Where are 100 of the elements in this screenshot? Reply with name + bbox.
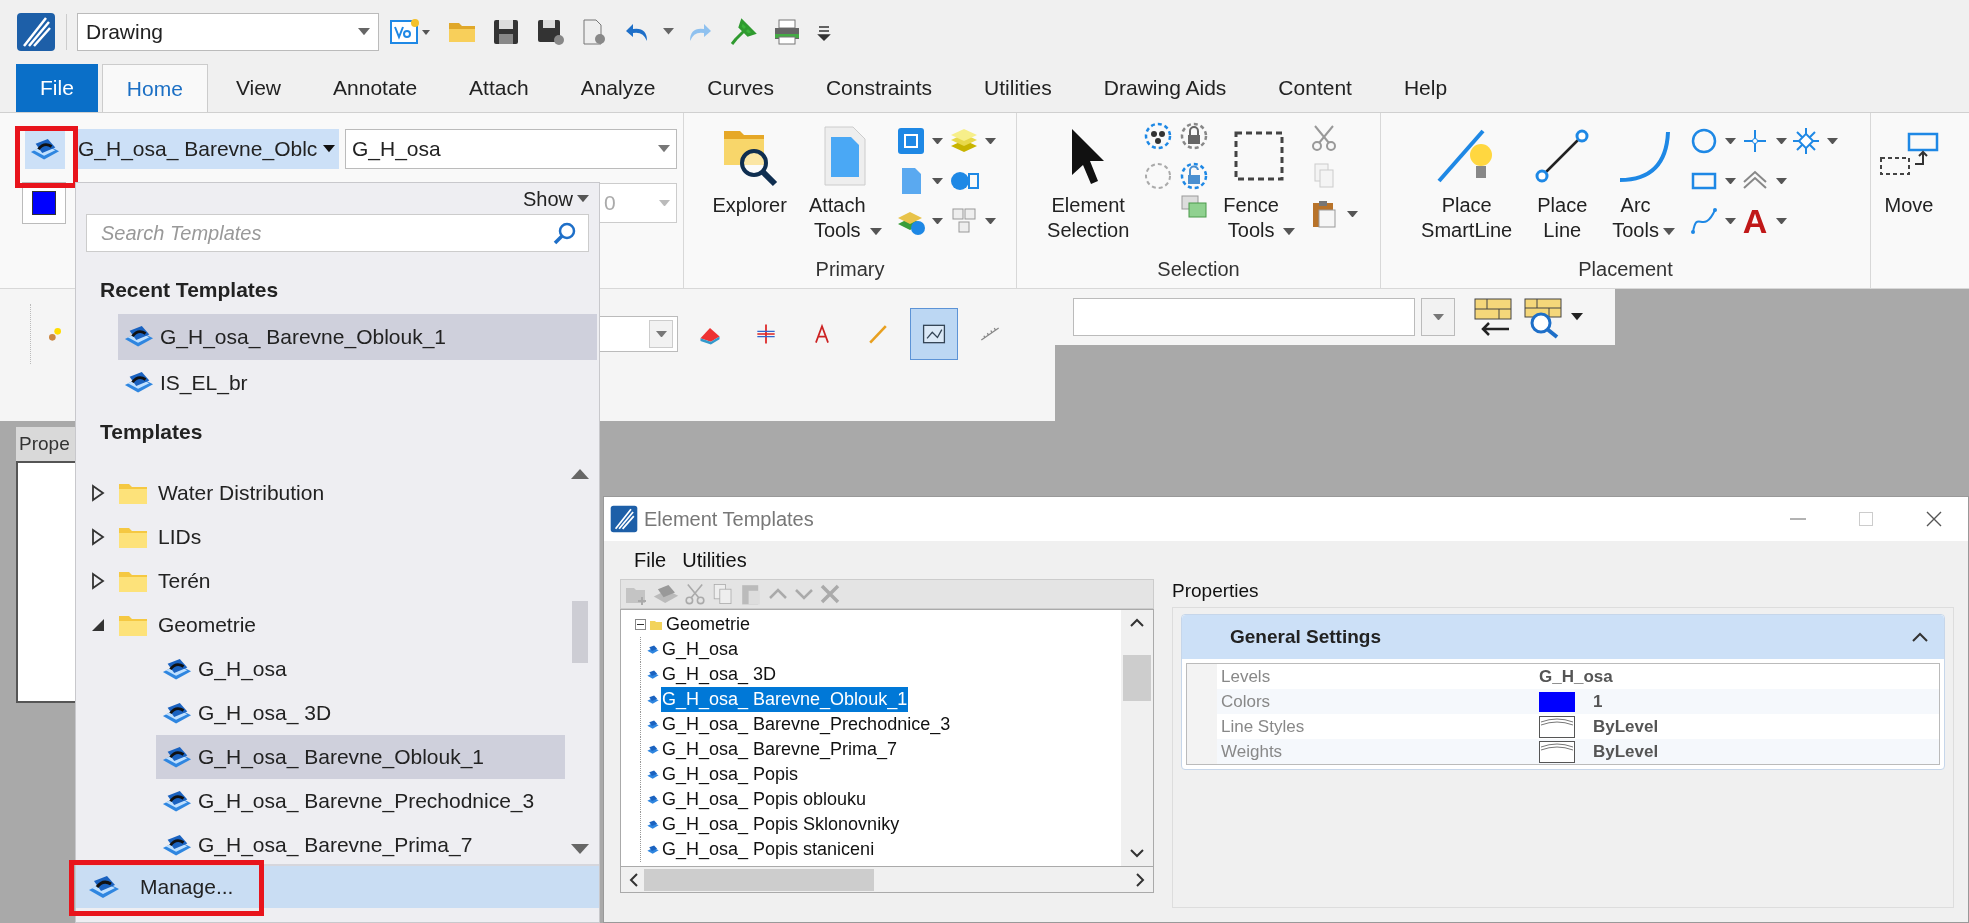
template-item[interactable]: G_H_osa bbox=[156, 647, 565, 691]
template-item[interactable]: G_H_osa_ Barevne_Oblouk_1 bbox=[118, 313, 597, 360]
ribbon-tab[interactable]: Utilities bbox=[960, 64, 1076, 112]
minimize-icon bbox=[1790, 518, 1806, 520]
tree-item[interactable]: LIDs bbox=[76, 515, 569, 559]
caret-icon bbox=[658, 145, 670, 153]
place-line-button[interactable]: Place Line bbox=[1526, 113, 1599, 249]
scroll-left-icon[interactable] bbox=[629, 872, 638, 887]
tree-item[interactable]: Geometrie bbox=[76, 603, 569, 647]
template-item[interactable]: G_H_osa_ 3D bbox=[156, 691, 565, 735]
line-icon bbox=[1534, 128, 1591, 184]
section-header[interactable]: General Settings bbox=[1182, 615, 1944, 659]
ribbon-tab[interactable]: Drawing Aids bbox=[1079, 64, 1251, 112]
template-item[interactable]: G_H_osa_ Barevne_Prechodnice_3 bbox=[156, 779, 565, 823]
template-icon bbox=[647, 645, 659, 654]
tree-item[interactable]: Geometrie bbox=[635, 612, 1121, 637]
property-value: ByLevel bbox=[1593, 715, 1659, 738]
ribbon-tab[interactable]: Analyze bbox=[556, 64, 680, 112]
property-label: Colors bbox=[1220, 690, 1272, 713]
ribbon-tab[interactable]: Attach bbox=[445, 64, 553, 112]
toolbar-button[interactable] bbox=[910, 308, 958, 360]
section-label: Properties bbox=[1172, 579, 1260, 603]
ribbon-tab[interactable]: View bbox=[211, 64, 305, 112]
scroll-up-icon[interactable] bbox=[571, 469, 589, 479]
move-button[interactable]: Move bbox=[1871, 113, 1947, 249]
scrollbar-thumb[interactable] bbox=[644, 868, 874, 891]
attach-tools-button[interactable]: Attach Tools bbox=[800, 113, 890, 249]
tree-item[interactable]: Terén bbox=[76, 559, 569, 603]
template-item[interactable]: IS_EL_br bbox=[118, 359, 597, 406]
show-button[interactable]: Show bbox=[522, 183, 599, 214]
scrollbar-thumb[interactable] bbox=[572, 600, 588, 663]
copy-icon bbox=[711, 582, 735, 606]
ribbon-tab[interactable]: Home bbox=[101, 64, 208, 112]
template-icon bbox=[124, 371, 154, 394]
scroll-right-icon[interactable] bbox=[1136, 872, 1145, 887]
ribbon-tab[interactable]: Curves bbox=[683, 64, 798, 112]
ribbon-tab[interactable]: Constraints bbox=[801, 64, 957, 112]
input-field[interactable] bbox=[1073, 298, 1415, 336]
close-icon bbox=[1926, 511, 1942, 527]
place-smartline-button[interactable]: Place SmartLine bbox=[1413, 113, 1521, 249]
menu-item[interactable]: Utilities bbox=[682, 545, 747, 575]
property-label: Weights bbox=[1220, 740, 1284, 763]
ribbon-tab[interactable]: Content bbox=[1254, 64, 1376, 112]
workflow-dropdown[interactable]: Drawing bbox=[77, 12, 379, 51]
ribbon-tab[interactable]: Help bbox=[1379, 64, 1472, 112]
fence-tools-button[interactable]: Fence Tools bbox=[1215, 113, 1303, 249]
scrollbar-thumb[interactable] bbox=[1123, 655, 1151, 701]
arc-tools-button[interactable]: Arc Tools bbox=[1604, 113, 1683, 249]
template-button[interactable] bbox=[25, 129, 65, 169]
unlock-icon bbox=[1179, 161, 1210, 191]
dashed-square-icon bbox=[1233, 130, 1286, 182]
tree-item[interactable]: Water Distribution bbox=[76, 471, 569, 515]
scroll-down-icon[interactable] bbox=[1130, 849, 1144, 858]
template-icon bbox=[162, 789, 192, 813]
template-item[interactable]: G_H_osa_ Barevne_Oblouk_1 bbox=[156, 735, 565, 779]
panel-title: Prope bbox=[18, 431, 70, 456]
scroll-up-icon[interactable] bbox=[1130, 618, 1144, 627]
folder-icon bbox=[118, 481, 148, 505]
color-picker[interactable] bbox=[22, 182, 66, 224]
search-field[interactable]: Search Templates bbox=[86, 214, 589, 252]
delete-icon bbox=[819, 583, 841, 605]
text-tool-button[interactable]: A bbox=[1739, 201, 1787, 241]
property-value: G_H_osa bbox=[1539, 665, 1613, 688]
tree-item[interactable]: G_H_osa_ Barevne_Prechodnice_3 bbox=[661, 712, 952, 737]
caret-icon bbox=[931, 177, 943, 185]
caret-icon bbox=[931, 137, 943, 145]
tree-item[interactable]: G_H_osa_ Popis oblouku bbox=[661, 787, 868, 812]
ribbon-tab[interactable]: Annotate bbox=[309, 64, 442, 112]
folder-icon bbox=[118, 569, 148, 593]
scroll-down-icon[interactable] bbox=[571, 844, 589, 854]
tree-item[interactable]: G_H_osa_ Barevne_Oblouk_1 bbox=[661, 687, 909, 712]
dropdown-button[interactable] bbox=[649, 320, 673, 348]
caret-icon bbox=[1775, 137, 1787, 145]
tree-item[interactable]: G_H_osa_ 3D bbox=[661, 662, 778, 687]
property-value: 1 bbox=[1593, 690, 1603, 713]
section-heading: Templates bbox=[100, 418, 204, 445]
property-value: ByLevel bbox=[1593, 740, 1659, 763]
group-label: Placement bbox=[1578, 257, 1673, 282]
tree-item[interactable]: G_H_osa_ Popis staniceni bbox=[661, 837, 876, 862]
caret-icon bbox=[1346, 210, 1358, 218]
tree-item[interactable]: G_H_osa bbox=[661, 637, 740, 662]
tree-item[interactable]: G_H_osa_ Popis bbox=[661, 762, 800, 787]
caret-icon bbox=[1724, 137, 1736, 145]
menu-item[interactable]: File bbox=[634, 545, 667, 575]
explorer-button[interactable]: Explorer bbox=[704, 113, 795, 249]
element-selection-button[interactable]: Element Selection bbox=[1039, 113, 1138, 249]
folder-icon bbox=[118, 525, 148, 549]
tree-item[interactable]: G_H_osa_ Barevne_Prima_7 bbox=[661, 737, 899, 762]
template-icon bbox=[30, 137, 60, 161]
tree-item[interactable]: G_H_osa_ Popis Sklonovniky bbox=[661, 812, 901, 837]
caret-icon bbox=[1826, 137, 1838, 145]
template-icon bbox=[647, 820, 659, 829]
dropdown-button[interactable] bbox=[1421, 298, 1455, 336]
template-item[interactable]: G_H_osa_ Barevne_Prima_7 bbox=[156, 823, 565, 864]
ribbon-tab[interactable]: File bbox=[16, 64, 98, 112]
level-dropdown[interactable]: G_H_osa bbox=[345, 129, 677, 169]
template-icon bbox=[162, 701, 192, 725]
template-icon bbox=[162, 833, 192, 857]
caret-icon bbox=[1724, 177, 1736, 185]
template-icon bbox=[647, 720, 659, 729]
